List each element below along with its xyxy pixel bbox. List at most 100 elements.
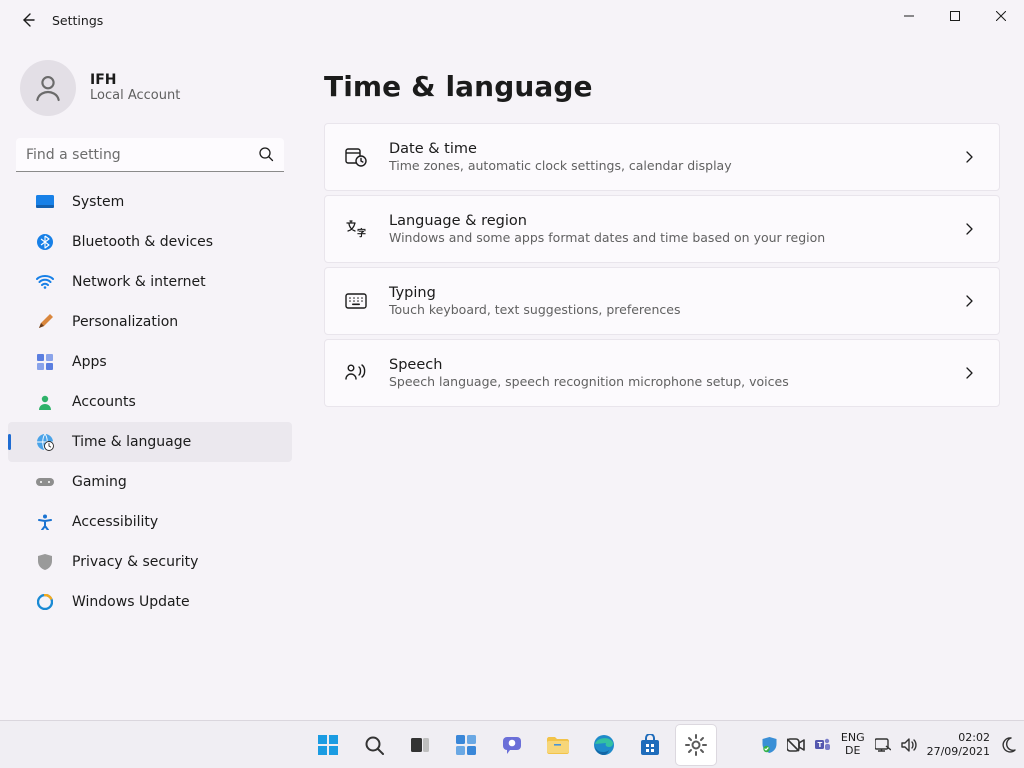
volume-icon	[901, 738, 917, 752]
taskbar-start[interactable]	[308, 725, 348, 765]
card-subtitle: Windows and some apps format dates and t…	[389, 230, 825, 247]
card-typing[interactable]: Typing Touch keyboard, text suggestions,…	[324, 267, 1000, 335]
main-content: Time & language Date & time Time zones, …	[300, 40, 1024, 768]
moon-icon	[1000, 737, 1016, 753]
sidebar-item-label: Apps	[72, 354, 107, 370]
svg-text:T: T	[817, 741, 822, 749]
card-language-region[interactable]: 字 Language & region Windows and some app…	[324, 195, 1000, 263]
sidebar-item-label: System	[72, 194, 124, 210]
sidebar-item-personalization[interactable]: Personalization	[8, 302, 292, 342]
globe-clock-icon	[36, 433, 54, 451]
taskbar-taskview[interactable]	[400, 725, 440, 765]
wifi-icon	[36, 273, 54, 291]
taskbar-edge[interactable]	[584, 725, 624, 765]
card-title: Typing	[389, 284, 680, 302]
close-button[interactable]	[978, 0, 1024, 32]
card-date-time[interactable]: Date & time Time zones, automatic clock …	[324, 123, 1000, 191]
taskbar-chat[interactable]	[492, 725, 532, 765]
search-box	[16, 138, 284, 172]
sidebar-item-time-language[interactable]: Time & language	[8, 422, 292, 462]
taskbar-search[interactable]	[354, 725, 394, 765]
sidebar-item-network[interactable]: Network & internet	[8, 262, 292, 302]
account-type: Local Account	[90, 88, 180, 105]
titlebar: Settings	[0, 0, 1024, 40]
gear-icon	[685, 734, 707, 756]
tray-date: 27/09/2021	[927, 745, 990, 758]
account-icon	[36, 393, 54, 411]
app-title: Settings	[52, 13, 103, 28]
account-block[interactable]: IFH Local Account	[0, 48, 300, 124]
apps-icon	[36, 353, 54, 371]
edge-icon	[593, 734, 615, 756]
paintbrush-icon	[36, 313, 54, 331]
speech-icon	[345, 362, 367, 384]
taskbar-settings[interactable]	[676, 725, 716, 765]
taskview-icon	[409, 735, 431, 755]
taskbar-explorer[interactable]	[538, 725, 578, 765]
sidebar-item-bluetooth[interactable]: Bluetooth & devices	[8, 222, 292, 262]
chevron-right-icon	[963, 295, 975, 307]
taskbar-widgets[interactable]	[446, 725, 486, 765]
sidebar-item-gaming[interactable]: Gaming	[8, 462, 292, 502]
sidebar-item-accounts[interactable]: Accounts	[8, 382, 292, 422]
shield-icon	[36, 553, 54, 571]
card-speech[interactable]: Speech Speech language, speech recogniti…	[324, 339, 1000, 407]
tray-notifications[interactable]	[1000, 737, 1016, 753]
maximize-button[interactable]	[932, 0, 978, 32]
card-subtitle: Touch keyboard, text suggestions, prefer…	[389, 302, 680, 319]
card-subtitle: Speech language, speech recognition micr…	[389, 374, 789, 391]
card-title: Date & time	[389, 140, 732, 158]
minimize-button[interactable]	[886, 0, 932, 32]
taskbar-store[interactable]	[630, 725, 670, 765]
card-subtitle: Time zones, automatic clock settings, ca…	[389, 158, 732, 175]
search-icon	[258, 146, 274, 162]
folder-icon	[546, 735, 570, 755]
display-icon	[36, 193, 54, 211]
update-icon	[36, 593, 54, 611]
sidebar-item-label: Personalization	[72, 314, 178, 330]
card-title: Speech	[389, 356, 789, 374]
back-button[interactable]	[16, 8, 40, 32]
page-title: Time & language	[324, 70, 1000, 103]
tray-meet-now-icon[interactable]	[787, 738, 805, 752]
minimize-icon	[904, 11, 914, 21]
store-icon	[640, 734, 660, 756]
accessibility-icon	[36, 513, 54, 531]
tray-language[interactable]: ENG DE	[841, 732, 865, 756]
tray-teams-icon[interactable]: T	[815, 737, 831, 753]
arrow-left-icon	[20, 12, 36, 28]
sidebar-item-label: Privacy & security	[72, 554, 198, 570]
sidebar-item-label: Accessibility	[72, 514, 158, 530]
svg-text:字: 字	[357, 227, 366, 239]
sidebar-item-label: Accounts	[72, 394, 136, 410]
sidebar-item-label: Bluetooth & devices	[72, 234, 213, 250]
close-icon	[996, 11, 1006, 21]
taskbar: T ENG DE 02:02 27/09/2021	[0, 720, 1024, 768]
sidebar-item-windows-update[interactable]: Windows Update	[8, 582, 292, 622]
sidebar-item-privacy[interactable]: Privacy & security	[8, 542, 292, 582]
search-input[interactable]	[16, 138, 284, 172]
sidebar-item-apps[interactable]: Apps	[8, 342, 292, 382]
sidebar-item-label: Windows Update	[72, 594, 190, 610]
sidebar-item-accessibility[interactable]: Accessibility	[8, 502, 292, 542]
account-name: IFH	[90, 72, 180, 88]
sidebar-item-label: Time & language	[72, 434, 191, 450]
tray-clock[interactable]: 02:02 27/09/2021	[927, 731, 990, 757]
tray-time: 02:02	[927, 731, 990, 744]
search-icon	[363, 734, 385, 756]
person-icon	[32, 72, 64, 104]
tray-quick-settings[interactable]	[875, 738, 917, 752]
sidebar-item-system[interactable]: System	[8, 182, 292, 222]
tray-language-bottom: DE	[841, 745, 865, 757]
chevron-right-icon	[963, 367, 975, 379]
windows-icon	[317, 734, 339, 756]
gamepad-icon	[36, 473, 54, 491]
tray-security-icon[interactable]	[762, 737, 777, 753]
widgets-icon	[455, 734, 477, 756]
sidebar-item-label: Gaming	[72, 474, 127, 490]
bluetooth-icon	[36, 233, 54, 251]
nav-list: System Bluetooth & devices Network & int…	[0, 182, 300, 622]
system-tray: T ENG DE 02:02 27/09/2021	[762, 721, 1016, 768]
calendar-clock-icon	[345, 146, 367, 168]
chevron-right-icon	[963, 151, 975, 163]
